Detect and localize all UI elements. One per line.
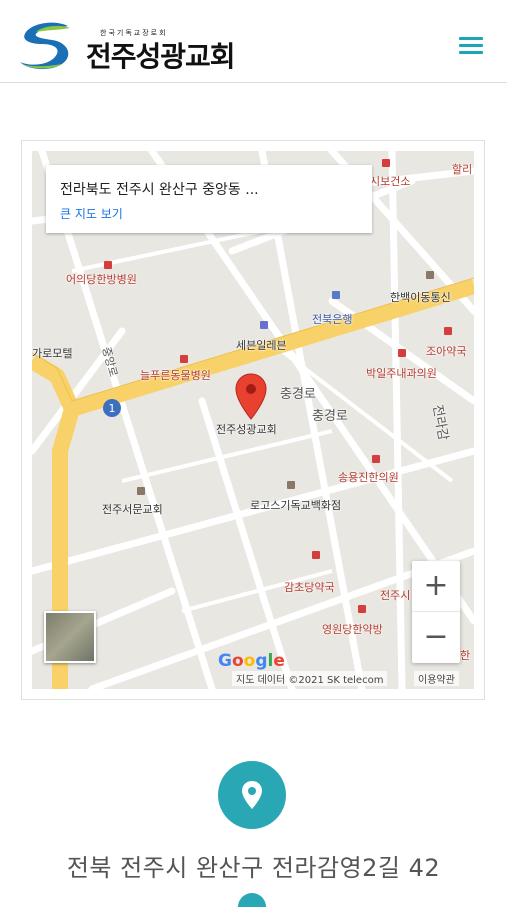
map-label: 시보건소 (370, 175, 411, 188)
hamburger-icon[interactable] (455, 33, 487, 57)
map-label: 가로모텔 (32, 347, 73, 360)
bookstore-marker-icon[interactable] (287, 481, 295, 489)
health-center-marker-icon[interactable] (382, 159, 390, 167)
herbal-shop-marker-icon[interactable] (358, 605, 366, 613)
info-window-title: 전라북도 전주시 완산구 중앙동 ... (60, 182, 259, 198)
pharmacy-marker-icon[interactable] (444, 327, 452, 335)
shop-marker-icon[interactable] (426, 271, 434, 279)
zoom-control: + − (412, 561, 460, 663)
logo-emblem-icon (20, 22, 70, 70)
zoom-in-button[interactable]: + (412, 561, 460, 611)
church-logo[interactable]: 한국기독교장로회 전주성광교회 (16, 18, 246, 73)
logo-church-name: 전주성광교회 (86, 40, 236, 73)
phone-icon (238, 893, 266, 907)
site-header: 한국기독교장로회 전주성광교회 (0, 0, 507, 83)
pharmacy-marker-icon[interactable] (312, 551, 320, 559)
map-label: 한백이동통신 (390, 291, 451, 304)
clinic-marker-icon[interactable] (398, 349, 406, 357)
church-address: 전북 전주시 완산구 전라감영2길 42 (66, 854, 441, 882)
zoom-out-button[interactable]: − (412, 612, 460, 662)
map-label: 박일주내과의원 (366, 367, 437, 380)
map-label: 할리 (452, 163, 473, 176)
map-label: 세븐일레븐 (236, 339, 287, 352)
road-label: 충경로 (280, 387, 316, 402)
road-label: 충경로 (312, 409, 348, 424)
map-label: 로고스기독교백화점 (250, 499, 342, 512)
map-label: 전주성광교회 (216, 423, 277, 436)
map-label: 어의당한방병원 (66, 273, 137, 286)
map-label: 송용진한의원 (338, 471, 399, 484)
terms-link[interactable]: 이용약관 (414, 671, 459, 686)
larger-map-link[interactable]: 큰 지도 보기 (60, 205, 123, 222)
google-logo: Google (218, 651, 285, 671)
hospital-marker-icon[interactable] (104, 261, 112, 269)
satellite-view-toggle[interactable] (44, 611, 96, 663)
google-map[interactable]: 1 어의당한방병원 시보건소 할리 한백이동통신 전북은행 세븐일레븐 조아약국… (32, 151, 474, 689)
church-marker-icon[interactable] (137, 487, 145, 495)
svg-text:1: 1 (109, 402, 116, 415)
map-label: 전북은행 (312, 313, 353, 326)
map-label: 감초당약국 (284, 581, 335, 594)
map-attribution: 지도 데이터 ©2021 SK telecom (232, 671, 388, 686)
map-info-window: 전라북도 전주시 완산구 중앙동 ... 큰 지도 보기 (46, 165, 372, 233)
location-marker-icon[interactable] (234, 373, 268, 421)
location-pin-icon (218, 761, 286, 829)
convenience-store-marker-icon[interactable] (260, 321, 268, 329)
oriental-clinic-marker-icon[interactable] (372, 455, 380, 463)
vet-marker-icon[interactable] (180, 355, 188, 363)
map-label: 조아약국 (426, 345, 467, 358)
map-label: 한 (460, 649, 471, 662)
map-label: 전주서문교회 (102, 503, 163, 516)
map-container: 1 어의당한방병원 시보건소 할리 한백이동통신 전북은행 세븐일레븐 조아약국… (21, 140, 485, 700)
map-label: 늘푸른동물병원 (140, 369, 211, 382)
bank-marker-icon[interactable] (332, 291, 340, 299)
map-label: 전주시 (380, 589, 411, 602)
map-label: 영원당한약방 (322, 623, 383, 636)
